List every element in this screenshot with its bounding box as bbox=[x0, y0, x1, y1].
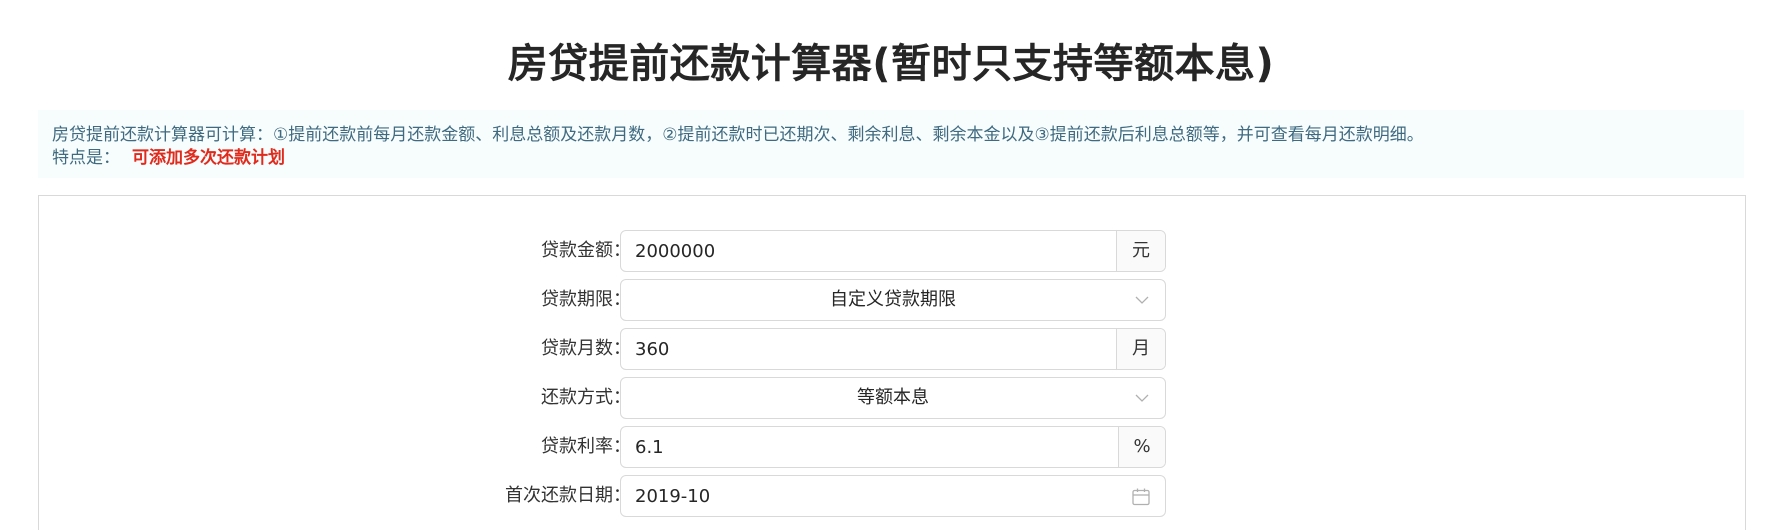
loan-amount-label: 贷款金额： bbox=[541, 240, 631, 261]
repayment-method-label: 还款方式： bbox=[541, 387, 631, 408]
feature-line: 特点是： 可添加多次还款计划 bbox=[52, 147, 1744, 170]
page-title: 房贷提前还款计算器(暂时只支持等额本息) bbox=[507, 41, 1275, 87]
form-row-first-payment-date: 首次还款日期： bbox=[39, 475, 1745, 517]
feature-highlight: 可添加多次还款计划 bbox=[132, 148, 285, 168]
loan-term-select[interactable]: 自定义贷款期限 bbox=[620, 279, 1166, 321]
calculator-form: 贷款金额： 元 贷款期限： 自定义贷款期限 贷款月数： 月 bbox=[38, 195, 1746, 530]
loan-months-input[interactable] bbox=[621, 329, 1117, 369]
form-row-loan-term: 贷款期限： 自定义贷款期限 bbox=[39, 279, 1745, 321]
form-row-interest-rate: 贷款利率： % bbox=[39, 426, 1745, 468]
loan-term-value: 自定义贷款期限 bbox=[830, 289, 956, 310]
loan-term-label: 贷款期限： bbox=[541, 289, 631, 310]
chevron-down-icon bbox=[1135, 296, 1149, 304]
interest-rate-field: % bbox=[620, 426, 1166, 468]
loan-months-unit: 月 bbox=[1116, 329, 1165, 369]
chevron-down-icon bbox=[1135, 394, 1149, 402]
page: 房贷提前还款计算器(暂时只支持等额本息) 房贷提前还款计算器可计算：①提前还款前… bbox=[0, 0, 1782, 530]
loan-amount-field: 元 bbox=[620, 230, 1166, 272]
first-payment-date-input[interactable] bbox=[621, 476, 1101, 516]
interest-rate-input[interactable] bbox=[621, 427, 1113, 467]
first-payment-date-picker[interactable] bbox=[620, 475, 1166, 517]
form-row-loan-months: 贷款月数： 月 bbox=[39, 328, 1745, 370]
calendar-icon[interactable] bbox=[1131, 487, 1151, 507]
info-description: 房贷提前还款计算器可计算：①提前还款前每月还款金额、利息总额及还款月数，②提前还… bbox=[52, 125, 1424, 145]
loan-amount-input[interactable] bbox=[621, 231, 1117, 271]
loan-amount-unit: 元 bbox=[1116, 231, 1165, 271]
form-row-repayment-method: 还款方式： 等额本息 bbox=[39, 377, 1745, 419]
feature-label: 特点是： bbox=[52, 148, 120, 168]
info-box: 房贷提前还款计算器可计算：①提前还款前每月还款金额、利息总额及还款月数，②提前还… bbox=[38, 110, 1744, 178]
loan-months-field: 月 bbox=[620, 328, 1166, 370]
loan-months-label: 贷款月数： bbox=[541, 338, 631, 359]
form-row-loan-amount: 贷款金额： 元 bbox=[39, 230, 1745, 272]
repayment-method-select[interactable]: 等额本息 bbox=[620, 377, 1166, 419]
interest-rate-label: 贷款利率： bbox=[541, 436, 631, 457]
interest-rate-unit: % bbox=[1118, 427, 1165, 467]
repayment-method-value: 等额本息 bbox=[857, 387, 929, 408]
first-payment-date-label: 首次还款日期： bbox=[505, 485, 631, 506]
